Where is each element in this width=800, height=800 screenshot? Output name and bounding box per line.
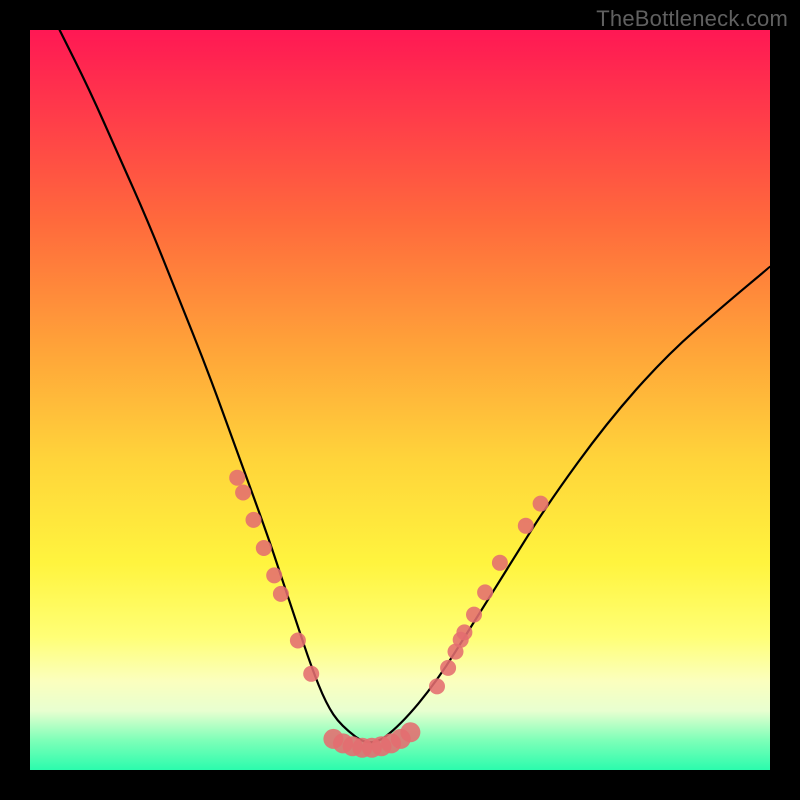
watermark-text: TheBottleneck.com — [596, 6, 788, 32]
data-point — [290, 633, 306, 649]
points-right — [429, 496, 549, 695]
data-point — [256, 540, 272, 556]
bottleneck-curve — [60, 30, 770, 742]
points-bottom — [323, 722, 420, 758]
data-point — [518, 518, 534, 534]
data-point — [429, 678, 445, 694]
data-point — [266, 567, 282, 583]
data-point — [273, 586, 289, 602]
data-point — [466, 607, 482, 623]
data-point — [400, 722, 420, 742]
data-point — [229, 470, 245, 486]
data-point — [456, 624, 472, 640]
data-point — [492, 555, 508, 571]
data-point — [440, 660, 456, 676]
data-point — [533, 496, 549, 512]
curve-svg — [30, 30, 770, 770]
data-point — [477, 584, 493, 600]
data-point — [303, 666, 319, 682]
chart-frame: TheBottleneck.com — [0, 0, 800, 800]
data-point — [246, 512, 262, 528]
data-point — [235, 485, 251, 501]
plot-area — [30, 30, 770, 770]
